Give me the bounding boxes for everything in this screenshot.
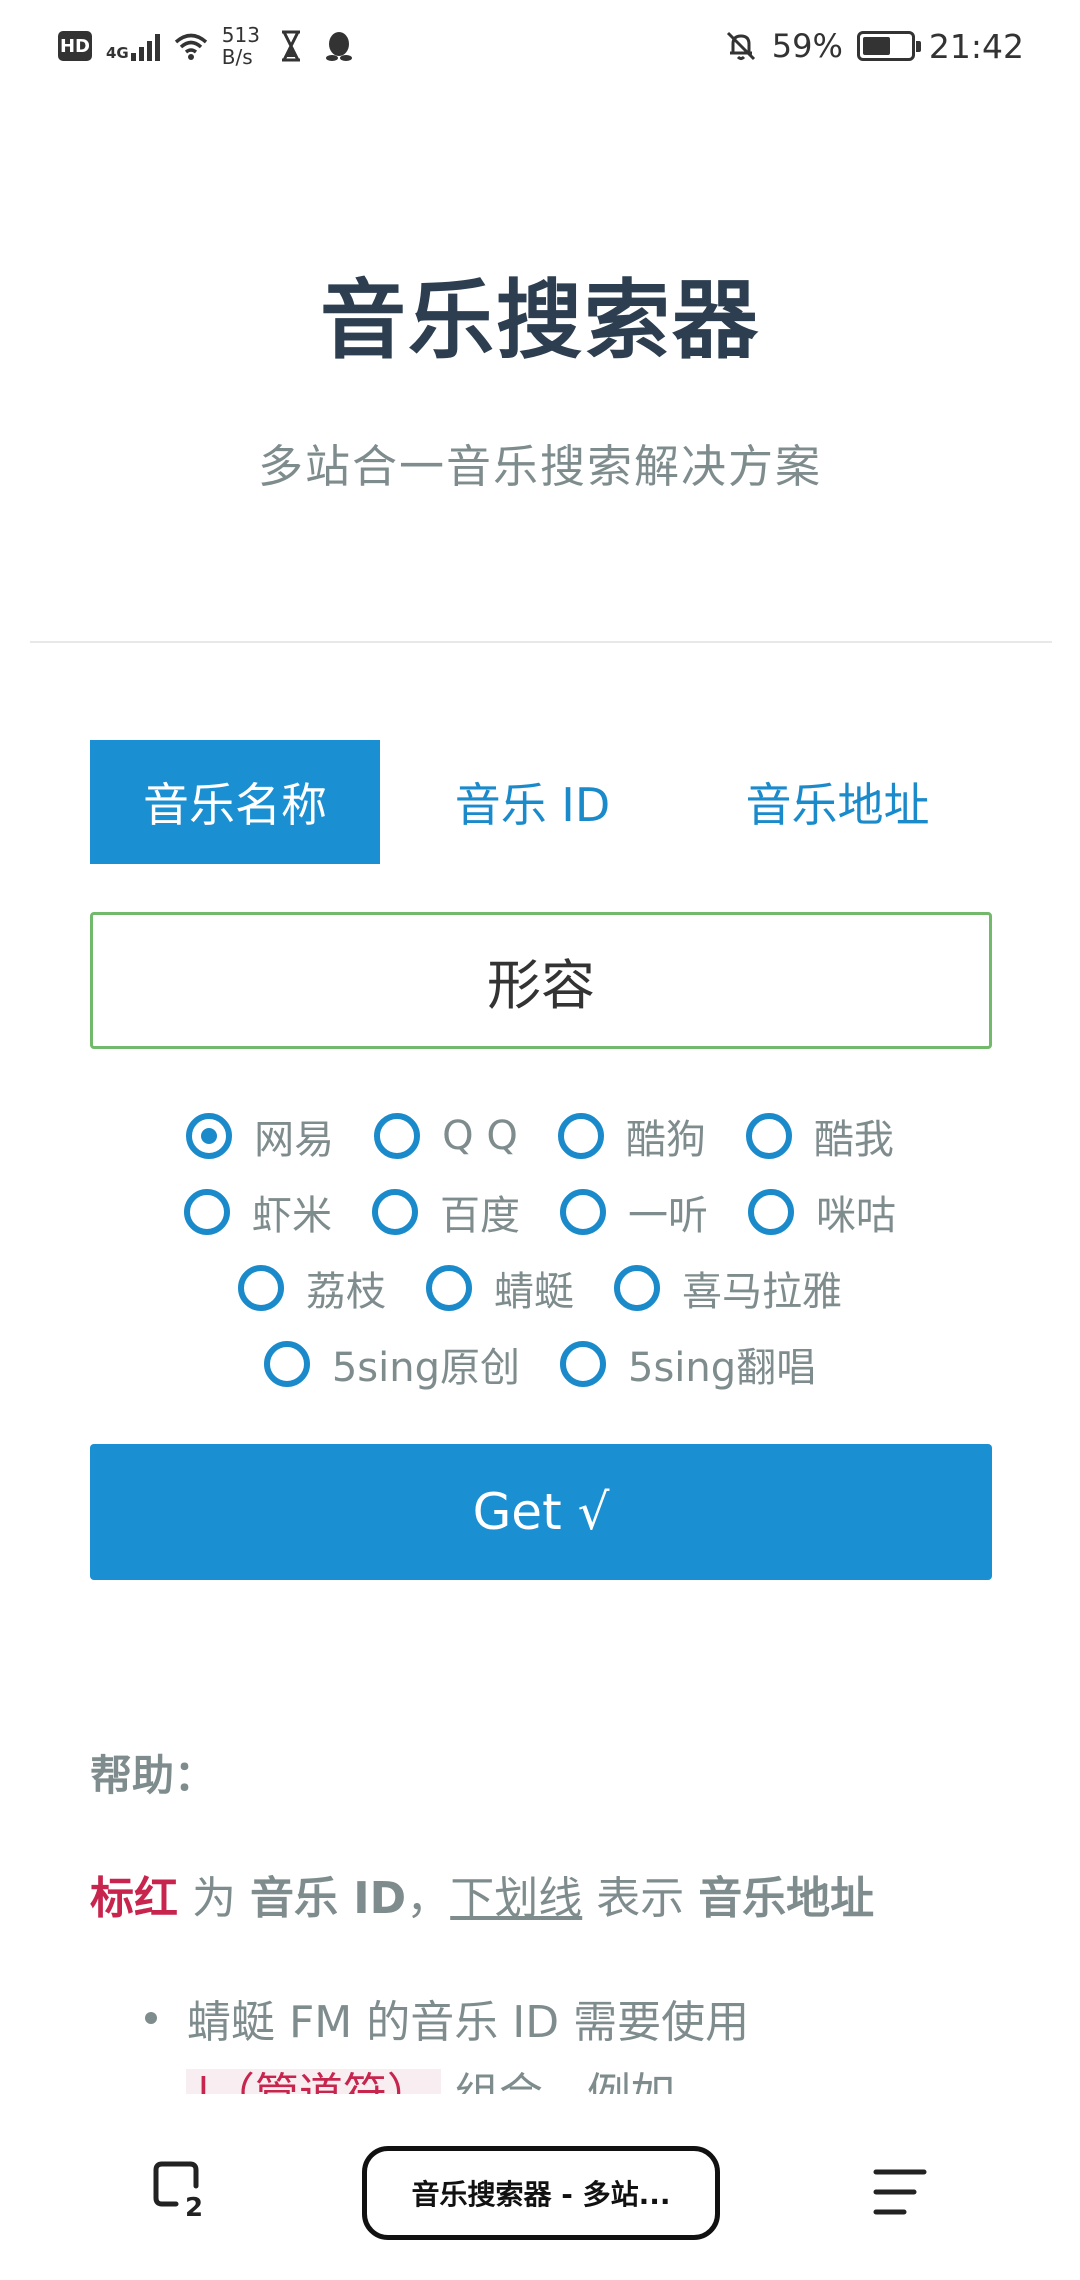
get-button[interactable]: Get √ bbox=[90, 1444, 992, 1580]
page-title-pill[interactable]: 音乐搜索器 - 多站... bbox=[362, 2146, 720, 2240]
speed-unit: B/s bbox=[221, 45, 253, 69]
help-underline-label: 下划线 bbox=[450, 1873, 583, 1924]
source-label: 5sing原创 bbox=[331, 1345, 520, 1391]
wifi-icon bbox=[174, 33, 207, 60]
source-radio[interactable]: Q Q bbox=[374, 1113, 518, 1159]
source-label: 网易 bbox=[254, 1117, 335, 1163]
source-label: 蜻蜓 bbox=[494, 1269, 574, 1315]
source-radio[interactable]: 喜马拉雅 bbox=[614, 1259, 842, 1317]
help-bullet-text: 蜻蜓 FM 的音乐 ID 需要使用 bbox=[187, 1997, 750, 2048]
source-radio[interactable]: 一听 bbox=[560, 1183, 708, 1241]
source-radio[interactable]: 虾米 bbox=[184, 1183, 332, 1241]
battery-icon bbox=[856, 31, 921, 61]
search-mode-tabs: 音乐名称 音乐 ID 音乐地址 bbox=[90, 740, 990, 864]
help-bold-1: 音乐 ID bbox=[249, 1873, 407, 1924]
help-bold-2: 音乐地址 bbox=[698, 1873, 875, 1924]
source-label: 酷我 bbox=[813, 1117, 894, 1163]
tab-music-url[interactable]: 音乐地址 bbox=[685, 740, 990, 864]
source-radio[interactable]: 5sing原创 bbox=[263, 1335, 520, 1393]
source-label: 酷狗 bbox=[625, 1117, 706, 1163]
source-label: 喜马拉雅 bbox=[682, 1269, 842, 1315]
source-radio[interactable]: 网易 bbox=[186, 1107, 334, 1165]
radio-unchecked-icon bbox=[748, 1189, 794, 1235]
tab-music-id[interactable]: 音乐 ID bbox=[380, 740, 685, 864]
source-label: 百度 bbox=[440, 1193, 520, 1239]
radio-unchecked-icon bbox=[560, 1189, 606, 1235]
source-selector: 网易 Q Q 酷狗 酷我虾米 百度 一听 咪咕荔枝 蜻蜓 喜马拉雅 5sing原创 5sing翻唱 bbox=[0, 1098, 1080, 1402]
battery-fill bbox=[862, 37, 890, 55]
browser-bottom-bar: 2 音乐搜索器 - 多站... bbox=[0, 2094, 1080, 2280]
radio-unchecked-icon bbox=[560, 1341, 606, 1387]
radio-unchecked-icon bbox=[426, 1265, 472, 1311]
tab-switcher-button[interactable]: 2 bbox=[150, 2158, 212, 2220]
source-radio[interactable]: 咪咕 bbox=[748, 1183, 896, 1241]
mute-bell-icon bbox=[726, 31, 755, 61]
source-label: Q Q bbox=[442, 1113, 518, 1159]
source-label: 虾米 bbox=[252, 1193, 332, 1239]
menu-icon[interactable] bbox=[870, 2164, 930, 2220]
radio-unchecked-icon bbox=[263, 1341, 310, 1387]
source-radio[interactable]: 荔枝 bbox=[238, 1259, 386, 1317]
radio-unchecked-icon bbox=[372, 1189, 418, 1235]
signal-icon: 4G bbox=[106, 31, 160, 61]
help-text-1: 为 bbox=[178, 1873, 250, 1924]
source-radio[interactable]: 5sing翻唱 bbox=[560, 1335, 816, 1393]
clock: 21:42 bbox=[928, 26, 1024, 66]
help-text-3: 表示 bbox=[582, 1873, 699, 1924]
source-label: 咪咕 bbox=[816, 1193, 896, 1239]
bullet-dot bbox=[145, 2012, 157, 2024]
network-type-label: 4G bbox=[106, 44, 129, 62]
source-radio[interactable]: 酷我 bbox=[745, 1107, 894, 1165]
page-subtitle: 多站合一音乐搜索解决方案 bbox=[257, 440, 822, 493]
help-red-label: 标红 bbox=[90, 1873, 178, 1924]
help-bullet: 蜻蜓 FM 的音乐 ID 需要使用 bbox=[145, 1986, 749, 2050]
source-row: 5sing原创 5sing翻唱 bbox=[0, 1326, 1080, 1402]
source-radio[interactable]: 百度 bbox=[372, 1183, 520, 1241]
radio-unchecked-icon bbox=[374, 1113, 421, 1159]
radio-unchecked-icon bbox=[745, 1113, 792, 1159]
source-label: 5sing翻唱 bbox=[628, 1345, 817, 1391]
hourglass-icon bbox=[281, 30, 300, 62]
header-divider bbox=[30, 641, 1052, 643]
radio-dot bbox=[201, 1128, 218, 1144]
status-bar: HD 4G 513 B/s 59% 21:42 bbox=[0, 0, 1080, 92]
status-left: HD 4G 513 B/s bbox=[58, 24, 356, 68]
source-row: 荔枝 蜻蜓 喜马拉雅 bbox=[0, 1250, 1080, 1326]
battery-percent: 59% bbox=[771, 27, 843, 65]
radio-unchecked-icon bbox=[184, 1189, 230, 1235]
network-speed: 513 B/s bbox=[222, 24, 260, 68]
source-radio[interactable]: 酷狗 bbox=[557, 1107, 706, 1165]
source-row: 网易 Q Q 酷狗 酷我 bbox=[0, 1098, 1080, 1174]
qq-icon bbox=[325, 32, 352, 61]
help-text-2: ， bbox=[406, 1873, 451, 1924]
source-radio[interactable]: 蜻蜓 bbox=[426, 1259, 574, 1317]
radio-checked-icon bbox=[186, 1113, 233, 1159]
speed-value: 513 bbox=[221, 23, 260, 47]
search-input[interactable] bbox=[93, 915, 989, 1046]
status-right: 59% 21:42 bbox=[724, 27, 1024, 66]
help-title: 帮助： bbox=[90, 1751, 217, 1800]
tab-count: 2 bbox=[185, 2193, 203, 2220]
radio-unchecked-icon bbox=[557, 1113, 604, 1159]
source-label: 一听 bbox=[628, 1193, 708, 1239]
page-title: 音乐搜索器 bbox=[320, 271, 760, 371]
help-legend: 标红 为 音乐 ID，下划线 表示 音乐地址 bbox=[90, 1862, 874, 1926]
hd-icon: HD bbox=[58, 31, 92, 61]
radio-unchecked-icon bbox=[238, 1265, 284, 1311]
source-label: 荔枝 bbox=[306, 1269, 386, 1315]
tab-music-name[interactable]: 音乐名称 bbox=[90, 740, 380, 864]
radio-unchecked-icon bbox=[614, 1265, 660, 1311]
source-row: 虾米 百度 一听 咪咕 bbox=[0, 1174, 1080, 1250]
search-field-wrapper bbox=[90, 912, 992, 1049]
